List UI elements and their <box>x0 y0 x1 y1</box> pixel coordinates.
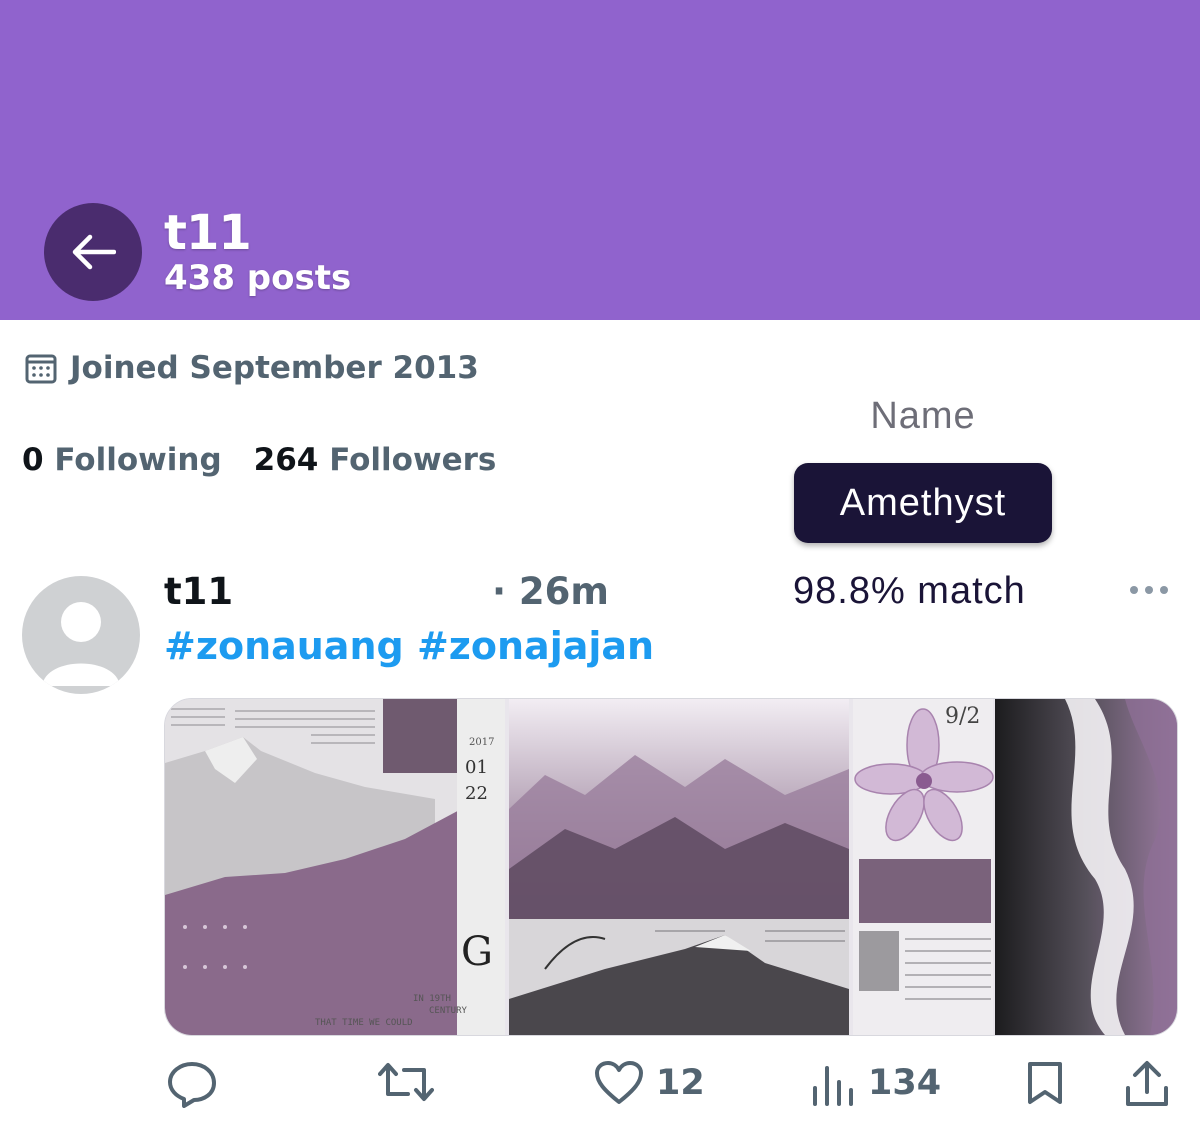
tweet-author-name[interactable]: t11 <box>164 570 233 613</box>
joined-text: Joined September 2013 <box>70 350 479 386</box>
avatar[interactable] <box>22 576 140 694</box>
following-label: Following <box>54 442 222 478</box>
overlay-match-percent: 98.8% match <box>793 570 1026 612</box>
following-link[interactable]: 0 Following <box>22 442 222 478</box>
following-count: 0 <box>22 442 44 478</box>
reply-button[interactable] <box>166 1060 230 1108</box>
share-button[interactable] <box>1124 1060 1170 1108</box>
followers-link[interactable]: 264 Followers <box>254 442 497 478</box>
retweet-button[interactable] <box>378 1060 446 1104</box>
joined-date: Joined September 2013 <box>24 350 479 386</box>
media-text-year: 2017 <box>469 737 494 748</box>
media-text-22: 22 <box>465 783 488 804</box>
share-icon <box>1126 1061 1168 1106</box>
followers-count: 264 <box>253 442 319 478</box>
overlay-name-label: Name <box>870 395 976 437</box>
calendar-icon <box>25 354 57 384</box>
back-button[interactable] <box>44 203 142 301</box>
heart-icon <box>595 1061 643 1104</box>
bookmark-button[interactable] <box>1026 1060 1064 1106</box>
profile-header-banner: t11 438 posts <box>0 0 1200 320</box>
followers-label: Followers <box>329 442 497 478</box>
overlay-name-value: Amethyst <box>794 463 1052 543</box>
views-icon <box>813 1066 853 1106</box>
back-arrow-icon <box>72 234 116 270</box>
retweet-icon <box>378 1063 434 1101</box>
media-text-caption-1: IN 19TH <box>413 994 451 1004</box>
like-button[interactable]: 12 <box>594 1060 705 1106</box>
more-icon <box>1130 586 1168 594</box>
views-count: 134 <box>868 1063 942 1103</box>
media-text-01: 01 <box>465 757 488 778</box>
more-button[interactable] <box>1126 580 1172 604</box>
tweet-timestamp[interactable]: · 26m <box>492 570 609 613</box>
media-text-caption-2: CENTURY <box>429 1006 468 1016</box>
collage-image: 2017 01 22 G IN 19TH CENTURY THAT TIME W… <box>165 699 1177 1035</box>
tweet-media-collage[interactable]: 2017 01 22 G IN 19TH CENTURY THAT TIME W… <box>164 698 1178 1036</box>
header-profile-name: t11 <box>164 205 252 261</box>
media-text-g: G <box>461 929 493 975</box>
header-post-count: 438 posts <box>164 258 352 298</box>
views-button[interactable]: 134 <box>810 1060 941 1106</box>
follow-stats: 0 Following 264 Followers <box>22 442 496 478</box>
tweet-action-bar: 12 134 <box>0 1060 1200 1120</box>
bookmark-icon <box>1028 1062 1062 1104</box>
like-count: 12 <box>656 1063 705 1103</box>
reply-icon <box>168 1062 216 1108</box>
default-avatar-icon <box>42 602 120 686</box>
tweet-hashtags[interactable]: #zonauang #zonajajan <box>164 624 654 668</box>
media-text-date: 9/2 <box>945 704 980 729</box>
media-text-caption-3: THAT TIME WE COULD <box>315 1018 413 1028</box>
